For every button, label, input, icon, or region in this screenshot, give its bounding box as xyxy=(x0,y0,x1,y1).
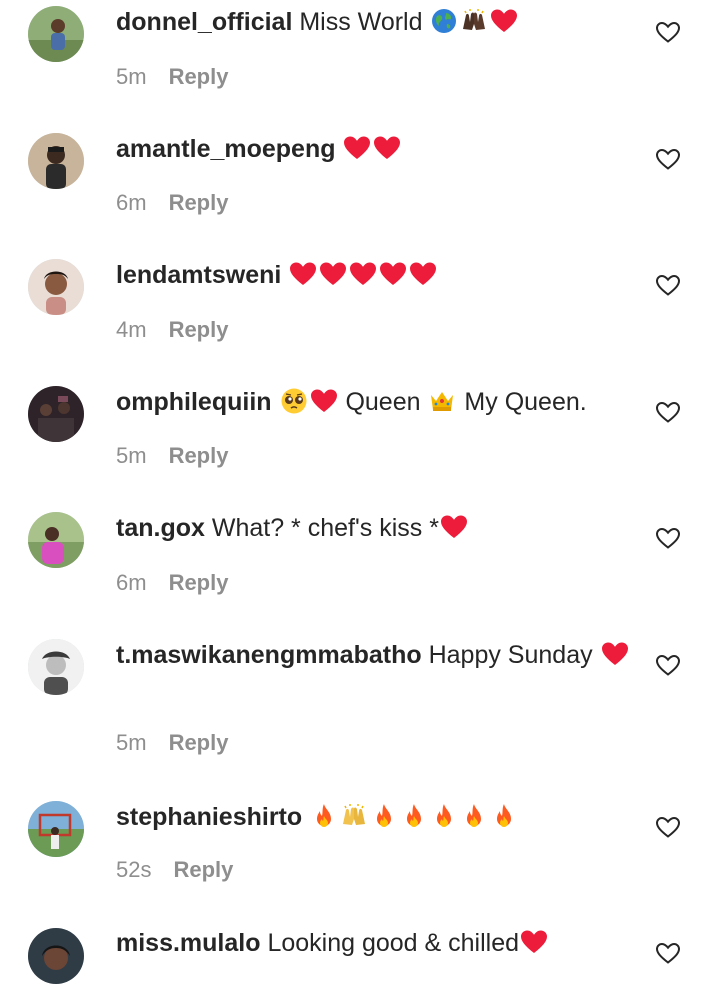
avatar[interactable] xyxy=(28,133,84,189)
comment-meta: 5m Reply xyxy=(116,443,228,469)
comment-time: 6m xyxy=(116,570,147,595)
comment-text: tan.gox What? * chef's kiss * xyxy=(116,511,636,545)
avatar[interactable] xyxy=(28,259,84,315)
comment-time: 5m xyxy=(116,443,147,468)
like-button[interactable] xyxy=(655,941,681,965)
avatar[interactable] xyxy=(28,386,84,442)
comment-body: What? * chef's kiss * xyxy=(211,514,439,542)
red-heart-emoji xyxy=(319,260,347,288)
comment-meta: 52s Reply xyxy=(116,857,233,883)
raised-hands-emoji xyxy=(460,7,488,35)
comment-body-end: My Queen. xyxy=(464,388,587,416)
like-button[interactable] xyxy=(655,20,681,44)
heart-outline-icon xyxy=(655,21,681,43)
comment-username[interactable]: miss.mulalo xyxy=(116,929,261,957)
fire-emoji xyxy=(400,802,428,830)
comment-time: 4m xyxy=(116,317,147,342)
heart-outline-icon xyxy=(655,274,681,296)
fire-emoji xyxy=(430,802,458,830)
like-button[interactable] xyxy=(655,400,681,424)
comment-text: donnel_official Miss World xyxy=(116,5,636,39)
comment-body: Queen xyxy=(345,388,421,416)
avatar[interactable] xyxy=(28,639,84,695)
comment-username[interactable]: tan.gox xyxy=(116,514,205,542)
heart-outline-icon xyxy=(655,816,681,838)
reply-button[interactable]: Reply xyxy=(173,857,233,882)
like-button[interactable] xyxy=(655,815,681,839)
comment-meta: 5m Reply xyxy=(116,730,228,756)
heart-outline-icon xyxy=(655,654,681,676)
red-heart-emoji xyxy=(440,513,468,541)
reply-button[interactable]: Reply xyxy=(169,443,229,468)
comment-text: amantle_moepeng xyxy=(116,132,636,166)
comment-username[interactable]: donnel_official xyxy=(116,8,292,36)
like-button[interactable] xyxy=(655,273,681,297)
fire-emoji xyxy=(370,802,398,830)
avatar[interactable] xyxy=(28,6,84,62)
red-heart-emoji xyxy=(343,134,371,162)
comment-meta: 4m Reply xyxy=(116,317,228,343)
comment-body: Miss World xyxy=(299,8,423,36)
comment-username[interactable]: omphilequiin xyxy=(116,388,272,416)
comment-username[interactable]: amantle_moepeng xyxy=(116,135,336,163)
comment-text: miss.mulalo Looking good & chilled xyxy=(116,926,636,960)
reply-button[interactable]: Reply xyxy=(169,730,229,755)
red-heart-emoji xyxy=(490,7,518,35)
fire-emoji xyxy=(490,802,518,830)
comment-username[interactable]: t.maswikanengmmabatho xyxy=(116,641,422,669)
red-heart-emoji xyxy=(349,260,377,288)
red-heart-emoji xyxy=(409,260,437,288)
comment-text: stephanieshirto xyxy=(116,800,636,834)
heart-outline-icon xyxy=(655,401,681,423)
comment-body: Looking good & chilled xyxy=(267,929,520,957)
comment-text: omphilequiin Queen My Queen. xyxy=(116,385,636,419)
comment-time: 5m xyxy=(116,730,147,755)
comment-time: 5m xyxy=(116,64,147,89)
like-button[interactable] xyxy=(655,526,681,550)
like-button[interactable] xyxy=(655,653,681,677)
like-button[interactable] xyxy=(655,147,681,171)
comment-meta: 6m Reply xyxy=(116,190,228,216)
comment-text: t.maswikanengmmabatho Happy Sunday xyxy=(116,638,636,672)
avatar[interactable] xyxy=(28,928,84,984)
red-heart-emoji xyxy=(601,640,629,668)
red-heart-emoji xyxy=(520,928,548,956)
red-heart-emoji xyxy=(379,260,407,288)
crown-emoji xyxy=(428,387,456,415)
reply-button[interactable]: Reply xyxy=(169,570,229,595)
globe-emoji xyxy=(430,7,458,35)
fire-emoji xyxy=(310,802,338,830)
comment-username[interactable]: stephanieshirto xyxy=(116,803,302,831)
reply-button[interactable]: Reply xyxy=(169,317,229,342)
reply-button[interactable]: Reply xyxy=(169,190,229,215)
fire-emoji xyxy=(460,802,488,830)
pleading-face-emoji xyxy=(280,387,308,415)
comment-time: 6m xyxy=(116,190,147,215)
red-heart-emoji xyxy=(289,260,317,288)
reply-button[interactable]: Reply xyxy=(169,64,229,89)
comment-meta: 5m Reply xyxy=(116,64,228,90)
heart-outline-icon xyxy=(655,148,681,170)
raised-hands-emoji xyxy=(340,802,368,830)
avatar[interactable] xyxy=(28,512,84,568)
comment-body: Happy Sunday xyxy=(428,641,593,669)
heart-outline-icon xyxy=(655,942,681,964)
comment-meta: 6m Reply xyxy=(116,570,228,596)
comment-time: 52s xyxy=(116,857,152,882)
avatar[interactable] xyxy=(28,801,84,857)
red-heart-emoji xyxy=(373,134,401,162)
comment-text: lendamtsweni xyxy=(116,258,636,292)
red-heart-emoji xyxy=(310,387,338,415)
heart-outline-icon xyxy=(655,527,681,549)
comment-username[interactable]: lendamtsweni xyxy=(116,261,281,289)
